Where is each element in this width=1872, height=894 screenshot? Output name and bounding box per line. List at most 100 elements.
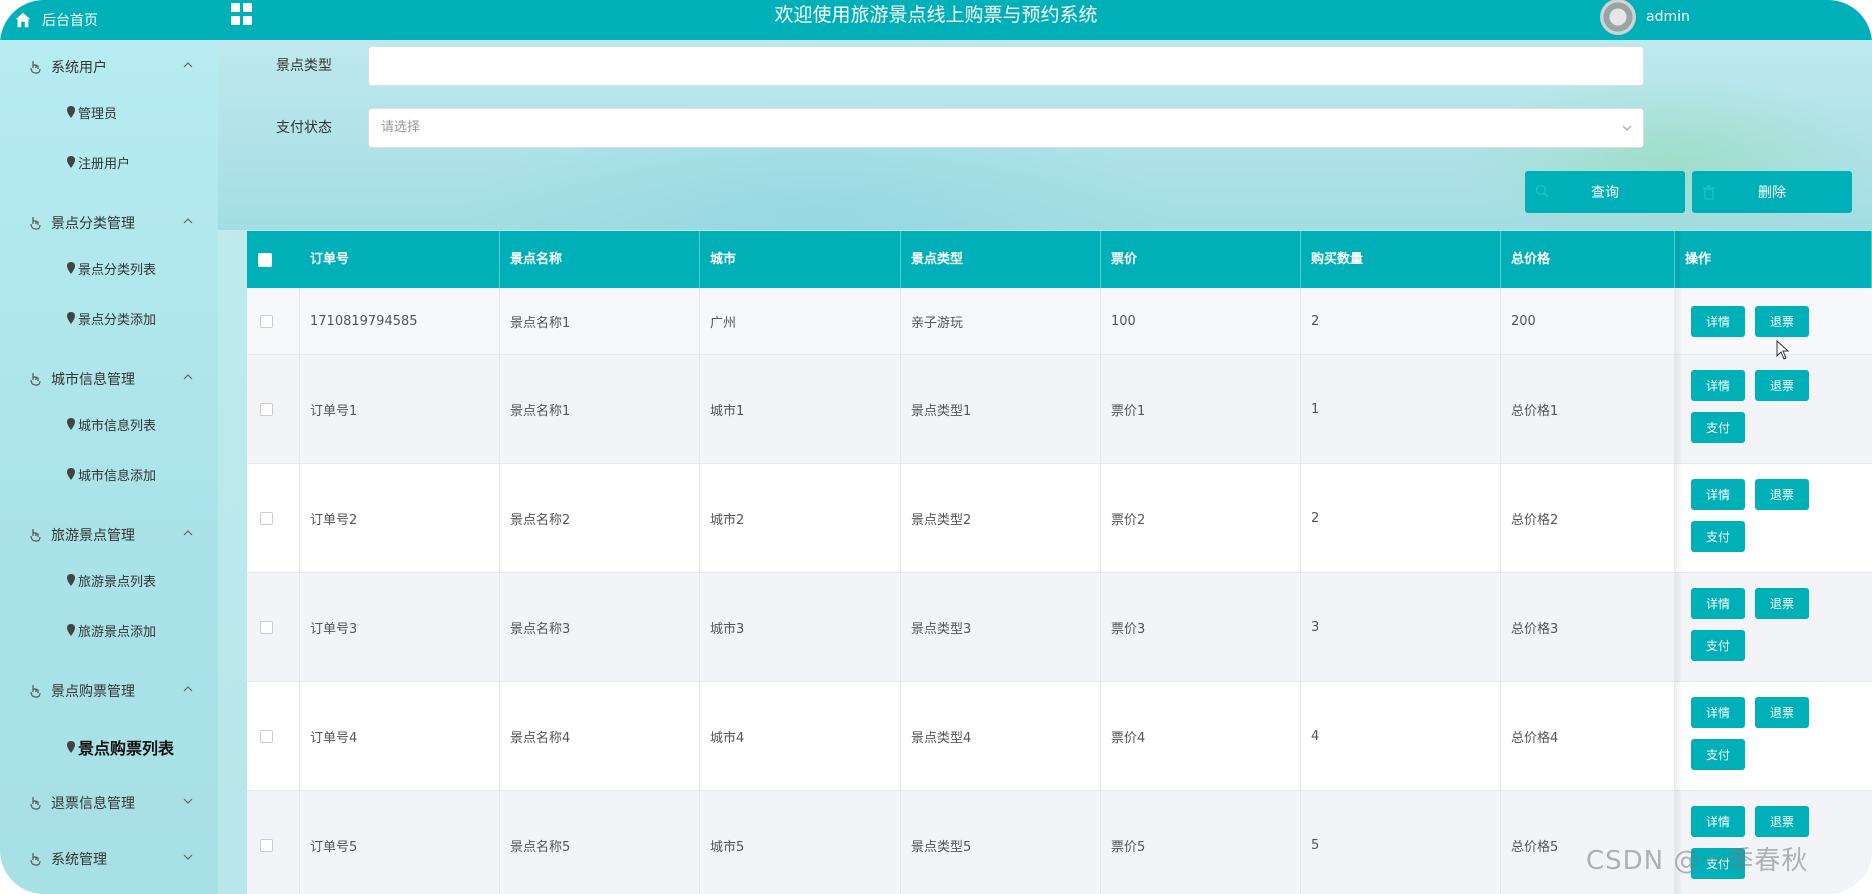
table-cell-city: 城市5 bbox=[700, 791, 901, 894]
sidebar-group[interactable]: 景点购票管理 bbox=[0, 671, 218, 711]
detail-button[interactable]: 详情 bbox=[1691, 588, 1745, 619]
table-cell-type: 景点类型1 bbox=[901, 355, 1101, 463]
table-row: 订单号3 景点名称3 城市3 景点类型3 票价3 3 总价格3 详情 退票 支付 bbox=[247, 573, 1872, 682]
checkbox-cell bbox=[247, 791, 300, 894]
table-cell-qty: 4 bbox=[1301, 682, 1501, 790]
sidebar-group[interactable]: 系统管理 bbox=[0, 839, 218, 879]
sidebar-item[interactable]: 旅游景点列表 bbox=[0, 560, 218, 600]
sidebar-item[interactable]: 城市信息列表 bbox=[0, 404, 218, 444]
sidebar-group[interactable]: 城市信息管理 bbox=[0, 359, 218, 399]
watermark: CSDN @一季春秋 bbox=[1586, 846, 1809, 876]
table-cell-order: 订单号1 bbox=[300, 355, 500, 463]
checkbox-cell bbox=[247, 355, 300, 463]
sidebar-group[interactable]: 退票信息管理 bbox=[0, 783, 218, 823]
chevron-up-icon bbox=[183, 530, 193, 536]
table-cell-city: 城市2 bbox=[700, 464, 901, 572]
table-cell-total: 200 bbox=[1501, 288, 1675, 354]
cell-text: 订单号2 bbox=[310, 512, 358, 528]
app-window: 后台首页 欢迎使用旅游景点线上购票与预约系统 admin 系统用户 管理员 注册用户… bbox=[0, 0, 1872, 894]
location-pin-icon bbox=[67, 574, 75, 586]
refund-button[interactable]: 退票 bbox=[1755, 588, 1809, 619]
sidebar-item[interactable]: 景点购票列表 bbox=[0, 727, 218, 767]
pay-button[interactable]: 支付 bbox=[1691, 630, 1745, 661]
hand-pointer-icon bbox=[30, 797, 41, 810]
location-pin-icon bbox=[67, 468, 75, 480]
cell-text: 1 bbox=[1311, 401, 1320, 417]
refund-button[interactable]: 退票 bbox=[1755, 370, 1809, 401]
cell-text: 景点类型2 bbox=[911, 512, 972, 528]
table-cell-qty: 3 bbox=[1301, 573, 1501, 681]
sidebar-item[interactable]: 城市信息添加 bbox=[0, 454, 218, 494]
cell-text: 景点名称2 bbox=[510, 512, 571, 528]
table-cell-total: 总价格4 bbox=[1501, 682, 1675, 790]
refund-button[interactable]: 退票 bbox=[1755, 697, 1809, 728]
cell-text: 2 bbox=[1311, 313, 1320, 329]
refund-button[interactable]: 退票 bbox=[1755, 305, 1809, 337]
refund-button[interactable]: 退票 bbox=[1755, 806, 1809, 837]
cell-text: 城市2 bbox=[710, 512, 745, 528]
cell-text: 100 bbox=[1111, 313, 1136, 329]
user-menu[interactable]: admin bbox=[1600, 0, 1690, 35]
cell-text: 广州 bbox=[710, 315, 737, 331]
chevron-up-icon bbox=[183, 686, 193, 692]
trash-icon bbox=[1703, 185, 1715, 200]
delete-button[interactable]: 删除 bbox=[1692, 171, 1852, 213]
checkbox-cell bbox=[247, 682, 300, 790]
avatar bbox=[1600, 0, 1636, 35]
detail-button[interactable]: 详情 bbox=[1691, 305, 1745, 337]
table-cell-type: 景点类型2 bbox=[901, 464, 1101, 572]
query-button[interactable]: 查询 bbox=[1525, 171, 1685, 213]
table-cell-qty: 2 bbox=[1301, 288, 1501, 354]
pay-button[interactable]: 支付 bbox=[1691, 521, 1745, 552]
pay-status-select[interactable]: 请选择 bbox=[368, 108, 1644, 148]
sidebar-item[interactable]: 景点分类列表 bbox=[0, 248, 218, 288]
detail-button[interactable]: 详情 bbox=[1691, 697, 1745, 728]
sidebar-item[interactable]: 注册用户 bbox=[0, 142, 218, 182]
cell-text: 总价格3 bbox=[1511, 621, 1559, 637]
cell-text: 总价格2 bbox=[1511, 512, 1559, 528]
table-cell-price: 票价3 bbox=[1101, 573, 1301, 681]
sidebar-group-label: 系统用户 bbox=[51, 60, 107, 76]
sidebar-group[interactable]: 系统用户 bbox=[0, 47, 218, 87]
detail-button[interactable]: 详情 bbox=[1691, 479, 1745, 510]
table-cell-type: 景点类型4 bbox=[901, 682, 1101, 790]
sidebar-item[interactable]: 旅游景点添加 bbox=[0, 610, 218, 650]
column-header: 订单号 bbox=[300, 231, 500, 288]
table-cell-total: 总价格3 bbox=[1501, 573, 1675, 681]
checkbox-cell bbox=[247, 288, 300, 354]
cell-text: 城市3 bbox=[710, 621, 745, 637]
table-cell-name: 景点名称5 bbox=[500, 791, 700, 894]
location-pin-icon bbox=[67, 262, 75, 274]
sidebar-group-label: 城市信息管理 bbox=[51, 372, 135, 388]
chevron-down-icon bbox=[1622, 125, 1632, 131]
pay-button[interactable]: 支付 bbox=[1691, 412, 1745, 443]
username: admin bbox=[1646, 9, 1690, 25]
type-label: 景点类型 bbox=[276, 58, 332, 74]
cell-text: 城市5 bbox=[710, 839, 745, 855]
sidebar-group-label: 旅游景点管理 bbox=[51, 528, 135, 544]
grid-menu-icon[interactable] bbox=[231, 3, 253, 25]
refund-button[interactable]: 退票 bbox=[1755, 479, 1809, 510]
cell-text: 景点名称1 bbox=[510, 315, 571, 331]
sidebar-item[interactable]: 管理员 bbox=[0, 92, 218, 132]
sidebar-group[interactable]: 景点分类管理 bbox=[0, 203, 218, 243]
cell-text: 1710819794585 bbox=[310, 313, 418, 329]
table-cell-name: 景点名称3 bbox=[500, 573, 700, 681]
sidebar-item[interactable]: 景点分类添加 bbox=[0, 298, 218, 338]
home-label: 后台首页 bbox=[42, 13, 98, 29]
table-cell-type: 亲子游玩 bbox=[901, 288, 1101, 354]
sidebar-item-label: 旅游景点列表 bbox=[78, 574, 157, 590]
select-all-checkbox[interactable] bbox=[258, 253, 272, 267]
sidebar-group[interactable]: 旅游景点管理 bbox=[0, 515, 218, 555]
home-link[interactable]: 后台首页 bbox=[0, 0, 218, 40]
column-header: 景点名称 bbox=[500, 231, 700, 288]
table-row: 订单号4 景点名称4 城市4 景点类型4 票价4 4 总价格4 详情 退票 支付 bbox=[247, 682, 1872, 791]
table-cell-order: 订单号4 bbox=[300, 682, 500, 790]
cell-text: 景点名称1 bbox=[510, 403, 571, 419]
detail-button[interactable]: 详情 bbox=[1691, 370, 1745, 401]
type-input[interactable] bbox=[368, 46, 1644, 86]
detail-button[interactable]: 详情 bbox=[1691, 806, 1745, 837]
orders-table: 订单号 景点名称 城市 景点类型 票价 购买数量 总价格 操作 1710819794585 景点… bbox=[247, 231, 1872, 894]
pay-button[interactable]: 支付 bbox=[1691, 739, 1745, 770]
table-cell-price: 票价1 bbox=[1101, 355, 1301, 463]
